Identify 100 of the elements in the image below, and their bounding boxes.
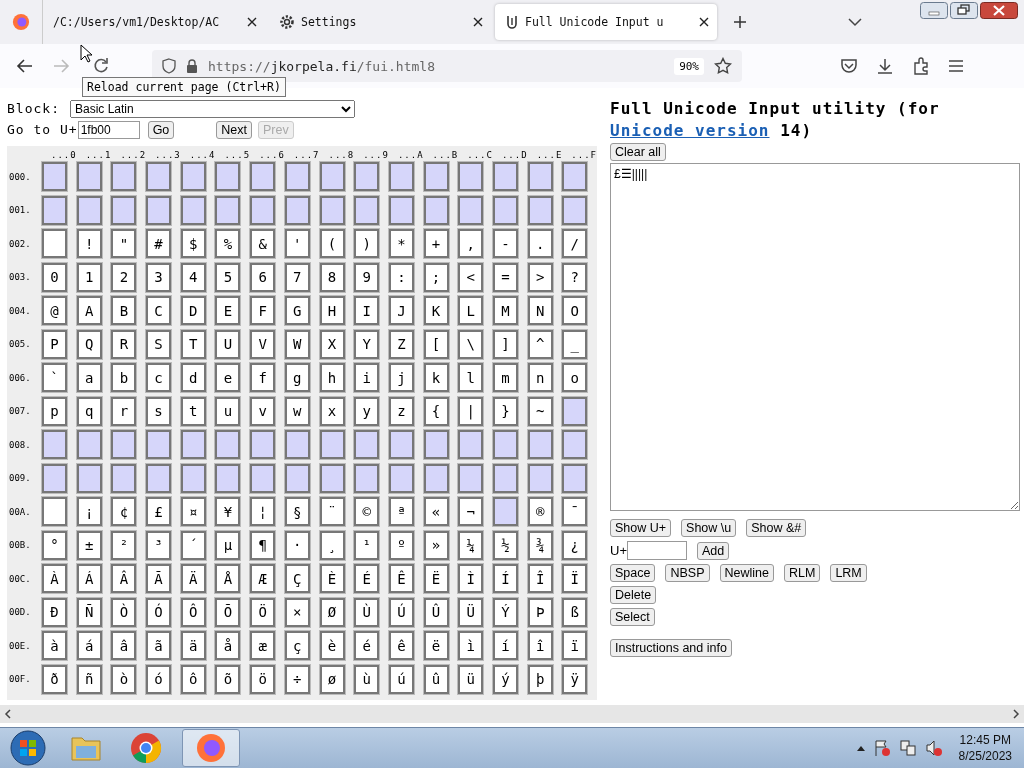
character-cell[interactable]: r [111,396,137,426]
character-cell[interactable]: · [284,530,310,560]
character-cell[interactable]: $ [180,229,206,259]
add-button[interactable]: Add [697,541,730,560]
character-cell[interactable]: æ [250,631,276,661]
show-hidden-icons-icon[interactable] [856,745,865,751]
character-cell[interactable]: § [284,497,310,527]
character-cell[interactable]: ì [458,631,484,661]
character-cell[interactable]: d [180,363,206,393]
character-cell[interactable]: ) [354,229,380,259]
character-cell[interactable]: ç [284,631,310,661]
character-cell[interactable]: ¦ [250,497,276,527]
character-cell[interactable]: ÷ [284,664,310,694]
character-cell[interactable]: % [215,229,241,259]
character-cell[interactable]: o [562,363,588,393]
character-cell[interactable]: 5 [215,262,241,292]
character-cell[interactable]: Å [215,564,241,594]
character-cell[interactable]: @ [42,296,67,326]
clear-all-button[interactable]: Clear all [610,143,666,161]
character-cell[interactable]: ¨ [319,497,345,527]
character-cell[interactable]: v [250,396,276,426]
character-cell[interactable]: õ [215,664,241,694]
character-cell[interactable]: Æ [250,564,276,594]
character-cell[interactable]: 1 [76,262,102,292]
character-cell[interactable]: ö [250,664,276,694]
insert-button[interactable]: NBSP [665,564,710,582]
character-cell[interactable]: ` [42,363,67,393]
scroll-left-icon[interactable] [4,709,12,719]
character-cell[interactable]: > [527,262,553,292]
character-cell[interactable]: ï [562,631,588,661]
character-cell[interactable]: ë [423,631,449,661]
character-cell[interactable]: ò [111,664,137,694]
character-cell[interactable]: < [458,262,484,292]
character-cell[interactable]: á [76,631,102,661]
character-cell[interactable]: ¬ [458,497,484,527]
start-button[interactable] [10,730,46,766]
character-cell[interactable]: C [146,296,172,326]
character-cell[interactable]: Ó [146,597,172,627]
insert-button[interactable]: RLM [783,564,821,582]
character-cell[interactable]: 3 [146,262,172,292]
character-cell[interactable]: V [250,329,276,359]
character-cell[interactable]: à [42,631,67,661]
character-cell[interactable]: ] [492,329,518,359]
delete-button[interactable]: Delete [610,586,657,604]
character-cell[interactable]: È [319,564,345,594]
character-cell[interactable]: ¢ [111,497,137,527]
character-cell[interactable]: Ë [423,564,449,594]
character-cell[interactable]: ³ [146,530,172,560]
character-cell[interactable]: * [388,229,414,259]
horizontal-scrollbar[interactable] [0,705,1024,723]
character-cell[interactable]: Ç [284,564,310,594]
character-cell[interactable]: T [180,329,206,359]
character-cell[interactable]: z [388,396,414,426]
select-button[interactable]: Select [610,608,655,626]
character-cell[interactable]: Ô [180,597,206,627]
character-cell[interactable]: Õ [215,597,241,627]
character-cell[interactable]: D [180,296,206,326]
character-cell[interactable]: f [250,363,276,393]
character-cell[interactable]: & [250,229,276,259]
insert-button[interactable]: Space [610,564,656,582]
character-cell[interactable]: 7 [284,262,310,292]
character-cell[interactable]: p [42,396,67,426]
character-cell[interactable]: M [492,296,518,326]
character-cell[interactable]: ° [42,530,67,560]
character-cell[interactable]: { [423,396,449,426]
character-cell[interactable]: ª [388,497,414,527]
character-cell[interactable]: U [215,329,241,359]
character-cell[interactable]: © [354,497,380,527]
show-format-button[interactable]: Show \u [681,519,737,537]
character-cell[interactable]: ñ [76,664,102,694]
character-cell[interactable]: ¤ [180,497,206,527]
character-cell[interactable]: ô [180,664,206,694]
character-cell[interactable]: y [354,396,380,426]
character-cell[interactable]: O [562,296,588,326]
character-cell[interactable]: - [492,229,518,259]
character-cell[interactable]: É [354,564,380,594]
character-cell[interactable]: u [215,396,241,426]
character-cell[interactable]: k [423,363,449,393]
maximize-button[interactable] [950,2,978,19]
character-cell[interactable]: í [492,631,518,661]
character-cell[interactable]: 0 [42,262,67,292]
character-cell[interactable]: Y [354,329,380,359]
character-cell[interactable]: ´ [180,530,206,560]
show-format-button[interactable]: Show U+ [610,519,672,537]
character-cell[interactable]: â [111,631,137,661]
character-cell[interactable]: K [423,296,449,326]
star-icon[interactable] [714,57,732,75]
character-cell[interactable]: ü [458,664,484,694]
character-cell[interactable]: ( [319,229,345,259]
character-cell[interactable]: ! [76,229,102,259]
character-cell[interactable]: R [111,329,137,359]
character-cell[interactable]: F [250,296,276,326]
character-cell[interactable]: Û [423,597,449,627]
character-cell[interactable]: Ð [42,597,67,627]
character-cell[interactable]: Î [527,564,553,594]
close-icon[interactable] [699,17,709,27]
taskbar-app-button[interactable] [182,729,240,767]
character-cell[interactable]: Ø [319,597,345,627]
character-cell[interactable]: ® [527,497,553,527]
character-cell[interactable]: ~ [527,396,553,426]
